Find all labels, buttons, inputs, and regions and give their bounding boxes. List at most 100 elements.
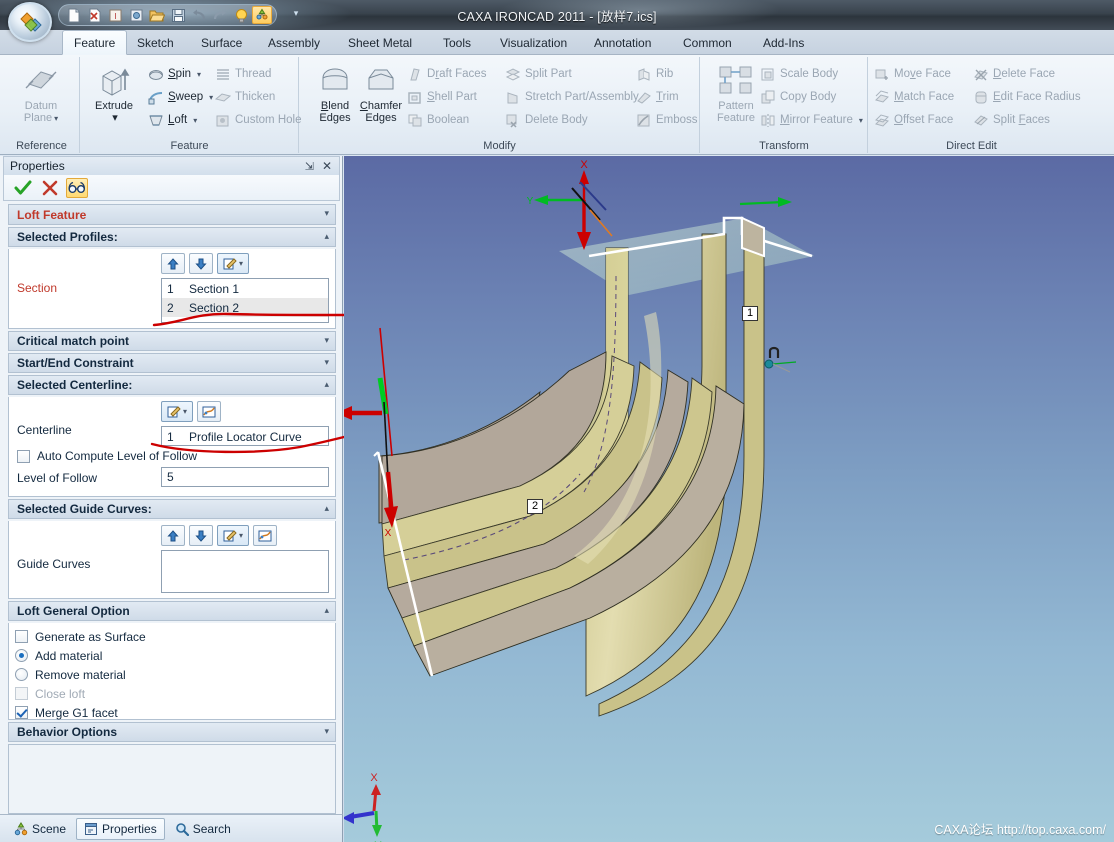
move-down-button[interactable] — [189, 525, 213, 546]
selected-profiles-header[interactable]: Selected Profiles: ▴ — [8, 227, 336, 247]
boolean-button[interactable]: Boolean — [406, 109, 469, 131]
mirror-feature-button[interactable]: Mirror Feature ▾ — [759, 109, 863, 131]
edit-guide-button[interactable]: ▾ — [217, 525, 249, 546]
shell-part-button[interactable]: Shell Part — [406, 86, 477, 108]
tab-visualization[interactable]: Visualization — [489, 30, 578, 55]
loft-caret[interactable]: ▾ — [193, 116, 197, 125]
edit-face-radius-button[interactable]: Edit Face Radius — [972, 86, 1081, 108]
chamfer-edges-button[interactable]: Chamfer Edges — [350, 60, 412, 124]
stretch-part-button[interactable]: Stretch Part/Assembly — [504, 86, 639, 108]
copy-body-button[interactable]: Copy Body — [759, 86, 836, 108]
match-face-button[interactable]: Match Face — [873, 86, 954, 108]
tab-common[interactable]: Common — [672, 30, 743, 55]
extrude-dropdown-caret[interactable]: ▾ — [85, 112, 145, 124]
delete-face-button[interactable]: Delete Face — [972, 63, 1055, 85]
loft-general-option-header[interactable]: Loft General Option ▴ — [8, 601, 336, 621]
spin-button[interactable]: SSpinpin ▾ — [147, 63, 201, 85]
selected-guide-curves-header[interactable]: Selected Guide Curves: ▴ — [8, 499, 336, 519]
chevron-down-icon[interactable]: ▾ — [324, 357, 329, 368]
new-icon[interactable] — [63, 6, 83, 24]
section-marker-1[interactable]: 1 — [742, 306, 759, 321]
pin-icon[interactable]: ⇲ — [305, 160, 314, 173]
redo-icon[interactable] — [210, 6, 230, 24]
chevron-down-icon[interactable]: ▾ — [324, 726, 329, 737]
split-faces-button[interactable]: Split Faces — [972, 109, 1050, 131]
tab-scene[interactable]: Scene — [6, 818, 74, 840]
move-up-button[interactable] — [161, 525, 185, 546]
emboss-button[interactable]: Emboss — [635, 109, 698, 131]
generate-as-surface-checkbox[interactable] — [15, 630, 28, 643]
new-sheet-icon[interactable] — [84, 6, 104, 24]
bulb-icon[interactable] — [231, 6, 251, 24]
sweep-caret[interactable]: ▾ — [209, 93, 213, 102]
move-up-button[interactable] — [161, 253, 185, 274]
start-end-constraint-header[interactable]: Start/End Constraint ▾ — [8, 353, 336, 373]
scene-browser-icon[interactable] — [252, 6, 272, 24]
selected-centerline-header[interactable]: Selected Centerline: ▴ — [8, 375, 336, 395]
tab-assembly[interactable]: Assembly — [257, 30, 331, 55]
rib-button[interactable]: Rib — [635, 63, 673, 85]
add-material-row[interactable]: Add material — [9, 646, 335, 665]
add-material-radio[interactable] — [15, 649, 28, 662]
new-scene-icon[interactable] — [126, 6, 146, 24]
pattern-feature-button[interactable]: Pattern Feature — [705, 60, 767, 124]
tab-feature[interactable]: Feature — [62, 30, 128, 55]
list-item[interactable]: 2 Section 2 — [162, 298, 328, 317]
chevron-down-icon[interactable]: ▾ — [324, 208, 329, 219]
application-menu-button[interactable] — [8, 2, 52, 42]
list-item[interactable]: 1 Profile Locator Curve — [162, 427, 328, 446]
tab-search[interactable]: Search — [167, 818, 239, 840]
tab-tools[interactable]: Tools — [432, 30, 482, 55]
guide-curves-list[interactable] — [161, 550, 329, 593]
draft-faces-button[interactable]: Draft Faces — [406, 63, 486, 85]
thicken-button[interactable]: Thicken — [214, 86, 275, 108]
tab-surface[interactable]: Surface — [190, 30, 253, 55]
thread-button[interactable]: Thread — [214, 63, 271, 85]
loft-feature-header[interactable]: Loft Feature ▾ — [8, 204, 336, 225]
tab-annotation[interactable]: Annotation — [583, 30, 662, 55]
3d-viewport[interactable]: X Y X X 1 2 CAXA论坛 http://top.caxa.com/ — [344, 156, 1114, 842]
new-drawing-icon[interactable]: I — [105, 6, 125, 24]
spin-caret[interactable]: ▾ — [197, 70, 201, 79]
preview-button[interactable] — [66, 177, 88, 198]
chevron-down-icon[interactable]: ▾ — [183, 407, 187, 416]
scale-body-button[interactable]: Scale Body — [759, 63, 838, 85]
chevron-down-icon[interactable]: ▾ — [324, 335, 329, 346]
tab-properties[interactable]: Properties — [76, 817, 165, 840]
move-face-button[interactable]: Move Face — [873, 63, 951, 85]
extrude-button[interactable]: Extrude ▾ — [83, 60, 145, 124]
tab-sheet-metal[interactable]: Sheet Metal — [337, 30, 423, 55]
datum-plane-button[interactable]: Datum Plane ▾ — [10, 60, 72, 125]
accept-button[interactable] — [12, 178, 34, 198]
close-icon[interactable]: ✕ — [322, 159, 332, 173]
tab-sketch[interactable]: Sketch — [126, 30, 185, 55]
remove-material-radio[interactable] — [15, 668, 28, 681]
centerline-list[interactable]: 1 Profile Locator Curve — [161, 426, 329, 446]
cancel-button[interactable] — [39, 178, 61, 198]
level-of-follow-input[interactable]: 5 — [161, 467, 329, 487]
edit-centerline-button[interactable]: ▾ — [161, 401, 193, 422]
delete-body-button[interactable]: Delete Body — [504, 109, 588, 131]
chevron-up-icon[interactable]: ▴ — [324, 503, 329, 514]
section-marker-2[interactable]: 2 — [527, 499, 544, 514]
behavior-options-header[interactable]: Behavior Options ▾ — [8, 722, 336, 742]
chevron-up-icon[interactable]: ▴ — [324, 605, 329, 616]
tab-add-ins[interactable]: Add-Ins — [752, 30, 815, 55]
custom-hole-button[interactable]: Custom Hole — [214, 109, 301, 131]
pick-guide-button[interactable] — [253, 525, 277, 546]
profiles-list[interactable]: 1 Section 1 2 Section 2 — [161, 278, 329, 323]
merge-g1-facet-checkbox[interactable] — [15, 706, 28, 719]
sweep-button[interactable]: Sweep ▾ — [147, 86, 213, 108]
chevron-down-icon[interactable]: ▾ — [239, 531, 243, 540]
split-part-button[interactable]: Split Part — [504, 63, 572, 85]
chevron-up-icon[interactable]: ▴ — [324, 379, 329, 390]
move-down-button[interactable] — [189, 253, 213, 274]
auto-compute-level-of-follow-row[interactable]: Auto Compute Level of Follow — [17, 449, 197, 463]
chevron-down-icon[interactable]: ▾ — [239, 259, 243, 268]
loft-button[interactable]: Loft ▾ — [147, 109, 197, 131]
quick-access-toolbar[interactable]: I — [58, 4, 277, 26]
offset-face-button[interactable]: Offset Face — [873, 109, 953, 131]
open-icon[interactable] — [147, 6, 167, 24]
edit-profile-button[interactable]: ▾ — [217, 253, 249, 274]
merge-g1-facet-row[interactable]: Merge G1 facet — [9, 703, 335, 722]
